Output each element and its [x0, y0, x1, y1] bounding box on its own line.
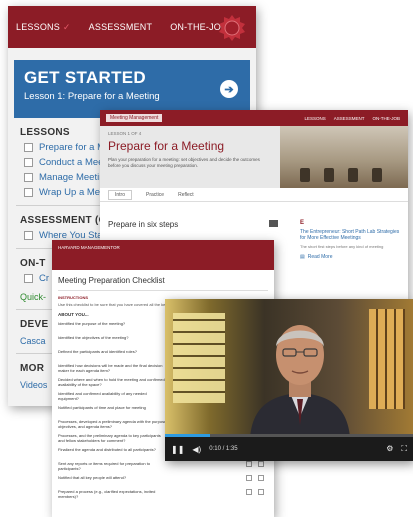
- checkbox-icon[interactable]: [24, 231, 33, 240]
- checklist-question: Notified participants of time and place …: [58, 405, 146, 410]
- checklist-row: Notified that all key people will attend…: [58, 475, 268, 485]
- chair-shape: [324, 168, 334, 182]
- checkbox-yes[interactable]: [246, 489, 252, 495]
- checkbox-no[interactable]: [258, 461, 264, 467]
- checklist-boxes: [246, 461, 268, 467]
- lp-nav-assessment[interactable]: ASSESSMENT: [334, 116, 365, 121]
- lesson-sidebar: E The Entrepreneur: Short Path Lab Strat…: [300, 210, 400, 260]
- checklist-question: Processes, developed a preliminary agend…: [58, 419, 168, 429]
- chair-shape: [300, 168, 310, 182]
- lesson-description: Plan your preparation for a meeting: set…: [108, 157, 260, 168]
- lesson-page-nav: LESSONS ASSESSMENT ON-THE-JOB: [304, 116, 408, 121]
- video-frame[interactable]: [165, 299, 413, 437]
- video-controls: ❚❚ ◀) 0:10 / 1:35 ⚙ ⛶: [165, 437, 413, 461]
- nav-assessment-label: ASSESSMENT: [88, 22, 153, 32]
- lp-nav-on-the-job[interactable]: ON-THE-JOB: [373, 116, 401, 121]
- window-backdrop: [173, 313, 225, 403]
- checklist-question: Prepared a process (e.g., clarified expe…: [58, 489, 156, 499]
- checklist-question: Identified and confirmed availability of…: [58, 391, 147, 401]
- checklist-question: Identified the purpose of the meeting?: [58, 321, 126, 326]
- checkbox-icon[interactable]: [24, 188, 33, 197]
- steps-heading: Prepare in six steps: [108, 220, 278, 229]
- checklist-question: Finalized the agenda and distributed to …: [58, 447, 156, 452]
- tab-intro[interactable]: Intro: [108, 189, 133, 200]
- checklist-question: Identified how decisions will be made an…: [58, 363, 163, 373]
- banner-title: GET STARTED: [24, 68, 146, 87]
- arrow-right-icon[interactable]: ➔: [220, 80, 238, 98]
- volume-icon[interactable]: ◀): [192, 445, 201, 454]
- checkbox-yes[interactable]: [246, 475, 252, 481]
- app-top-nav: LESSONS ✓ ASSESSMENT ON-THE-JOB: [8, 6, 256, 48]
- lesson-kicker: LESSON 1 OF 4: [108, 131, 142, 136]
- checklist-question: Sent any reports or items required for p…: [58, 461, 151, 471]
- checkbox-no[interactable]: [258, 475, 264, 481]
- sidebar-brand: E: [300, 220, 305, 226]
- checkmark-icon: ✓: [62, 21, 71, 32]
- chair-shape: [348, 168, 358, 182]
- checkbox-icon[interactable]: [24, 158, 33, 167]
- chair-shape: [372, 168, 382, 182]
- read-more-label: Read More: [307, 254, 333, 260]
- lesson-hero-text: LESSON 1 OF 4 Prepare for a Meeting Plan…: [100, 126, 280, 188]
- video-controls-right: ⚙ ⛶: [386, 444, 407, 454]
- sidebar-article-title[interactable]: The Entrepreneur: Short Path Lab Strateg…: [300, 229, 400, 241]
- nav-lessons[interactable]: LESSONS ✓: [16, 22, 71, 33]
- breadcrumb[interactable]: Meeting Management: [106, 114, 163, 122]
- lesson-title: Prepare for a Meeting: [108, 139, 225, 153]
- checklist-header: HARVARD MANAGEMENTOR: [52, 240, 274, 270]
- video-player[interactable]: ❚❚ ◀) 0:10 / 1:35 ⚙ ⛶: [165, 299, 413, 461]
- checkbox-icon[interactable]: [24, 173, 33, 182]
- document-icon: ▤: [300, 254, 305, 260]
- nav-lessons-label: LESSONS: [16, 22, 60, 32]
- nav-assessment[interactable]: ASSESSMENT: [89, 22, 153, 32]
- meeting-room-photo: [280, 126, 408, 188]
- seal-icon: [219, 15, 245, 41]
- comment-icon[interactable]: [269, 220, 278, 227]
- settings-icon[interactable]: ⚙: [386, 444, 393, 454]
- checklist-row: Prepared a process (e.g., clarified expe…: [58, 489, 268, 499]
- sidebar-article-meta: The short first steps before any kind of…: [300, 244, 384, 249]
- checklist-brand: HARVARD MANAGEMENTOR: [58, 245, 120, 250]
- banner-subtitle: Lesson 1: Prepare for a Meeting: [24, 91, 160, 102]
- on-the-job-link[interactable]: Cr: [39, 273, 49, 284]
- lp-nav-lessons[interactable]: LESSONS: [304, 116, 325, 121]
- window-backdrop: [369, 309, 405, 409]
- checklist-boxes: [246, 489, 268, 495]
- checklist-question: Processes, and the preliminary agenda to…: [58, 433, 161, 443]
- fullscreen-icon[interactable]: ⛶: [401, 444, 407, 454]
- checklist-question: Identified the objectives of the meeting…: [58, 335, 129, 340]
- tab-practice[interactable]: Practice: [146, 192, 164, 198]
- video-time: 0:10 / 1:35: [209, 446, 238, 452]
- checkbox-yes[interactable]: [246, 461, 252, 467]
- checklist-question: Notified that all key people will attend…: [58, 475, 127, 480]
- steps-label: Prepare in six steps: [108, 220, 179, 229]
- lesson-hero: LESSON 1 OF 4 Prepare for a Meeting Plan…: [100, 126, 408, 188]
- checkbox-no[interactable]: [258, 489, 264, 495]
- checklist-boxes: [246, 475, 268, 481]
- checkbox-icon[interactable]: [24, 143, 33, 152]
- checklist-question: Decided where and when to hold the meeti…: [58, 377, 165, 387]
- stage: LESSONS ✓ ASSESSMENT ON-THE-JOB GET STAR…: [0, 0, 413, 517]
- checklist-row: Sent any reports or items required for p…: [58, 461, 268, 471]
- tab-reflect[interactable]: Reflect: [178, 192, 194, 198]
- pause-icon[interactable]: ❚❚: [171, 445, 184, 454]
- checkbox-icon[interactable]: [24, 274, 33, 283]
- lesson-page-top-bar: Meeting Management LESSONS ASSESSMENT ON…: [100, 110, 408, 126]
- checklist-title: Meeting Preparation Checklist: [58, 276, 268, 291]
- read-more-link[interactable]: ▤ Read More: [300, 254, 400, 260]
- lesson-tabs: Intro Practice Reflect: [100, 188, 408, 202]
- checklist-question: Defined the participants and identified …: [58, 349, 137, 354]
- speaker-figure: [250, 325, 350, 437]
